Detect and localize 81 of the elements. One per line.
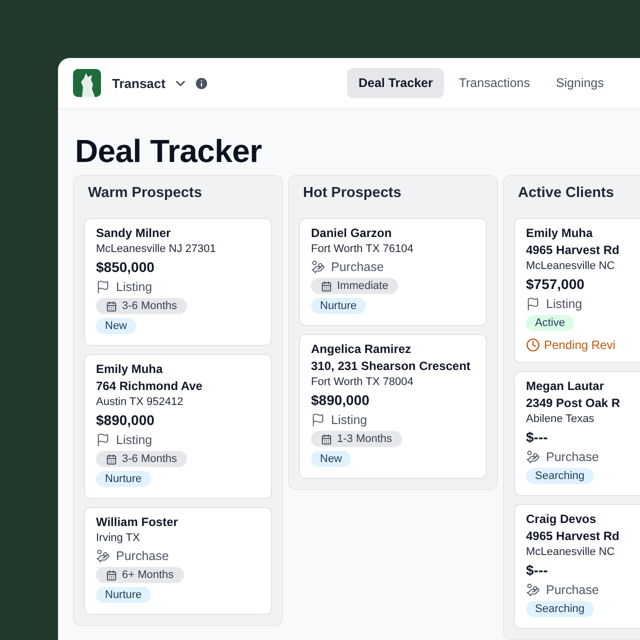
column-title: Active Clients [517,184,615,201]
deal-type: Purchase [331,260,384,274]
calendar-icon [106,570,117,580]
deal-type: Purchase [546,583,599,597]
deal-type: Purchase [116,549,169,563]
flag-icon [526,297,540,311]
column-title: Warm Prospects [87,184,203,201]
calendar-icon [321,280,332,292]
street-address: 4965 Harvest Rd [526,242,620,259]
deal-type: Purchase [546,450,599,464]
client-name: William Foster [96,514,178,531]
nav-tab[interactable]: Signings [544,68,615,98]
city-line: Irving TX [96,531,140,546]
status-tag: Searching [526,468,594,484]
nav-tab[interactable]: Deal Tracker [347,68,444,98]
city-line: McLeanesville NC [526,259,615,274]
flag-icon [96,280,110,294]
price: $850,000 [96,258,154,277]
status-tag: Nurture [311,298,366,314]
timeline-label: 6+ Months [122,569,174,581]
deal-type: Listing [331,413,368,427]
deal-card[interactable]: Megan Lautar 2349 Post Oak R Abilene Texas $--- Purchase Searching [514,371,640,496]
price: $757,000 [526,275,584,294]
calendar-icon [321,434,332,444]
status-tag: New [96,318,136,334]
info-icon[interactable] [194,76,210,90]
deal-card[interactable]: William Foster Irving TX Purchase 6+ Months Nurture [84,507,272,615]
timeline-label: Immediate [337,280,388,292]
flag-icon [96,433,110,447]
status-tag: Nurture [96,587,151,603]
status-tag: Searching [526,601,594,617]
hand-icon [311,260,325,274]
calendar-icon [106,300,117,312]
price: $890,000 [96,411,154,430]
timeline-label: 1-3 Months [337,433,392,445]
client-name: Sandy Milner [96,225,171,242]
city-line: McLeanesville NJ 27301 [96,242,216,257]
hand-icon [96,549,110,563]
column-title: Hot Prospects [302,184,402,201]
app-name[interactable]: Transact [112,76,166,90]
price: $890,000 [311,391,370,410]
deal-card[interactable]: Emily Muha 764 Richmond Ave Austin TX 952412 $890,000 Listing 3-6 Months Nurture [84,354,272,499]
city-line: Abilene Texas [526,412,594,427]
client-name: Angelica Ramirez [311,341,412,358]
flag-icon [311,413,325,427]
street-address: 764 Richmond Ave [96,378,202,395]
deal-type: Listing [116,280,152,294]
street-address: 4965 Harvest Rd [526,528,620,545]
client-name: Megan Lautar [526,378,604,395]
street-address: 2349 Post Oak R [526,395,620,412]
calendar-icon [106,454,117,464]
deal-card[interactable]: Sandy Milner McLeanesville NJ 27301 $850,000 Listing 3-6 Months New [84,218,272,346]
client-name: Emily Muha [526,225,593,242]
hand-icon [526,450,540,464]
street-address: 310, 231 Shearson Crescent [311,358,470,375]
city-line: Austin TX 952412 [96,395,184,410]
page-title: Deal Tracker [75,133,263,169]
hand-icon [526,583,540,597]
price: $--- [526,428,548,447]
pending-status: Pending Revi [544,338,616,352]
nav-tab[interactable]: Transactions [448,68,541,98]
deal-card[interactable]: Daniel Garzon Fort Worth TX 76104 Purchase Immediate Nurture [299,218,487,326]
client-name: Emily Muha [96,361,163,378]
deal-type: Listing [546,297,582,311]
timeline-label: 3-6 Months [122,300,178,312]
wolf-logo [73,69,101,97]
timeline-label: 3-6 Months [122,453,178,465]
clock-icon [526,338,540,352]
city-line: McLeanesville NC [526,545,615,560]
status-tag: Nurture [96,471,151,487]
price: $--- [526,561,548,580]
status-tag: New [311,451,352,467]
status-tag: Active [526,315,574,331]
deal-card[interactable]: Angelica Ramirez 310, 231 Shearson Crescent Fort Worth TX 78004 $890,000 Listing 1-3 Months New [299,334,487,479]
client-name: Craig Devos [526,511,596,528]
deal-card[interactable]: Emily Muha 4965 Harvest Rd McLeanesville NC $757,000 Listing Active Pending Revi [514,218,640,363]
deal-card[interactable]: Craig Devos 4965 Harvest Rd McLeanesville NC $--- Purchase Searching [514,504,640,629]
city-line: Fort Worth TX 78004 [311,375,414,390]
deal-type: Listing [116,433,152,447]
city-line: Fort Worth TX 76104 [311,242,414,257]
client-name: Daniel Garzon [311,225,392,242]
